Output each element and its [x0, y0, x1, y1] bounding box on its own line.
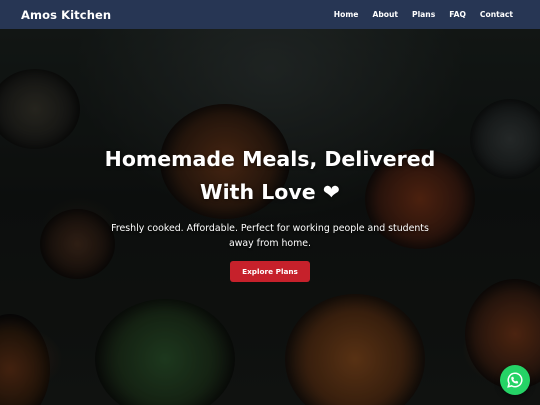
nav-link-faq[interactable]: FAQ	[449, 10, 466, 19]
hero-subtitle: Freshly cooked. Affordable. Perfect for …	[111, 223, 429, 249]
nav-link-contact[interactable]: Contact	[480, 10, 513, 19]
nav-link-home[interactable]: Home	[334, 10, 359, 19]
hero-section: Homemade Meals, Delivered With Love ❤ Fr…	[0, 29, 540, 405]
nav-links: Home About Plans FAQ Contact	[320, 10, 513, 19]
explore-plans-button[interactable]: Explore Plans	[230, 261, 310, 282]
whatsapp-icon	[506, 371, 524, 389]
whatsapp-button[interactable]	[500, 365, 530, 395]
nav-link-plans[interactable]: Plans	[412, 10, 435, 19]
navbar: Amos Kitchen Home About Plans FAQ Contac…	[0, 0, 540, 29]
nav-link-about[interactable]: About	[372, 10, 398, 19]
hero-title: Homemade Meals, Delivered With Love ❤	[104, 147, 436, 204]
brand-logo[interactable]: Amos Kitchen	[21, 8, 111, 22]
